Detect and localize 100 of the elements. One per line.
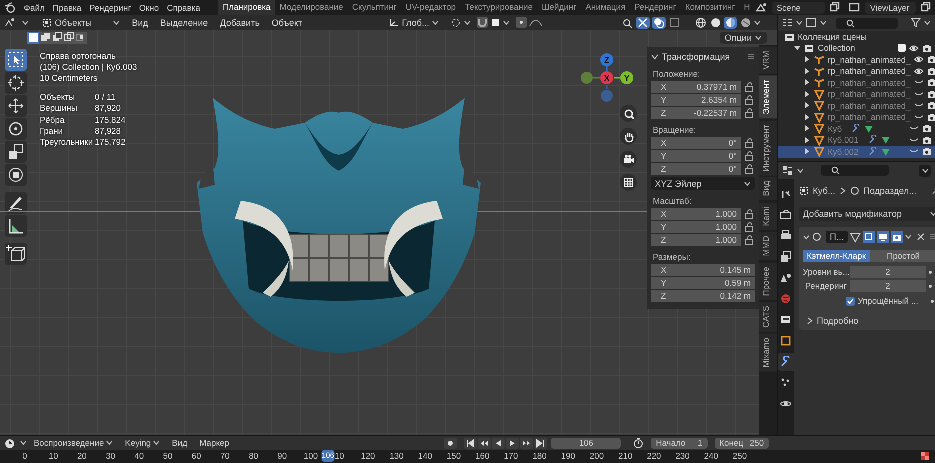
number-field[interactable]: 2 (850, 280, 926, 292)
number-field[interactable]: Y 2.6354 m (651, 94, 741, 106)
number-field[interactable]: X 0° (651, 137, 741, 149)
number-field[interactable]: X 0.145 m (651, 264, 755, 276)
subpanel-header[interactable]: Подробно (817, 316, 859, 326)
sidebar-tab[interactable]: Инструмент (759, 120, 777, 176)
frame-number: 140 (418, 451, 432, 461)
frame-number: 10 (334, 451, 344, 461)
start-frame-field[interactable]: Начало 1 (651, 438, 708, 448)
menu-item[interactable]: Добавить (215, 18, 265, 28)
menu-item[interactable]: Правка (48, 2, 86, 12)
modifier-name-field[interactable]: П... (826, 231, 848, 243)
workspace-tab[interactable]: Анимация (581, 0, 630, 15)
outliner-row[interactable]: rp_nathan_animated_ (778, 77, 935, 88)
frame-number: 10 (48, 451, 58, 461)
scene-field[interactable]: Scene (772, 2, 826, 14)
workspace-tab[interactable]: Текстурирование (460, 0, 538, 15)
number-field[interactable]: Z 0.142 m (651, 290, 755, 302)
number-field[interactable]: X 0.37971 m (651, 81, 741, 93)
menu-item[interactable]: Рендеринг (86, 2, 136, 12)
workspace-tab[interactable]: Рендеринг (630, 0, 681, 15)
frame-number: 150 (446, 451, 462, 461)
group-label: Вращение: (653, 125, 698, 135)
axis-handle[interactable]: X (600, 72, 614, 84)
sidebar-tab[interactable]: Mixamo (759, 334, 777, 372)
sidebar-tab[interactable]: Прочее (759, 262, 777, 300)
number-field[interactable]: X 1.000 (651, 208, 741, 220)
axis-handle[interactable]: Y (620, 72, 634, 84)
frame-number: 120 (361, 451, 376, 461)
group-label: Масштаб: (653, 196, 693, 206)
frame-number: 50 (163, 451, 173, 461)
frame-number: 60 (192, 451, 202, 461)
outliner-row[interactable]: rp_nathan_animated_ (778, 54, 935, 66)
workspace-tab[interactable]: Шейдинг (537, 0, 582, 15)
outliner-row[interactable]: Collection (778, 42, 935, 54)
workspace-tab[interactable]: Н (740, 0, 755, 15)
workspace-tab[interactable]: Планировка (218, 0, 276, 15)
field-label: Рендеринг (804, 281, 847, 291)
outliner-row[interactable]: rp_nathan_animated_ (778, 112, 935, 123)
outliner-row[interactable]: Куб.001 (778, 134, 935, 146)
stat-label: Объекты (40, 92, 76, 104)
number-field[interactable]: Y 0.59 m (651, 277, 755, 289)
options-dropdown[interactable]: Опции (720, 32, 767, 44)
menu-item[interactable]: Справка (163, 2, 204, 12)
sidebar-tab[interactable]: Kami (759, 202, 777, 230)
frame-number: 210 (618, 451, 633, 461)
number-field[interactable]: Z 0° (651, 163, 741, 175)
workspace-tab[interactable]: Композитинг (680, 0, 740, 15)
outliner-row[interactable]: rp_nathan_animated_ (778, 66, 935, 77)
number-field[interactable]: Z 1.000 (651, 234, 741, 246)
outliner-row[interactable]: Куб (778, 123, 935, 134)
outliner-item[interactable]: Коллекция сцены (798, 32, 867, 42)
stat-value: 175,792 (95, 137, 127, 148)
current-frame-field[interactable]: 106 (551, 438, 622, 448)
frame-number: 0 (22, 451, 28, 461)
outliner-row[interactable]: rp_nathan_animated_ (778, 88, 935, 100)
field-label: Уровни вь... (803, 267, 847, 277)
orientation-dropdown[interactable]: Глоб... (384, 16, 444, 28)
breadcrumb-item: Куб... (813, 186, 836, 196)
number-field[interactable]: Y 0° (651, 150, 741, 162)
sidebar-tab[interactable]: VRM (759, 47, 777, 74)
menu-item[interactable]: Файл (20, 2, 49, 12)
menu-item[interactable]: Keying (120, 438, 166, 448)
sidebar-tab[interactable]: CATS (759, 302, 777, 332)
sidebar-tab[interactable]: Элемент (759, 76, 777, 119)
menu-item[interactable]: Вид (167, 438, 193, 448)
rotation-mode-dropdown[interactable]: XYZ Эйлер (651, 177, 755, 190)
menu-item[interactable]: Объект (266, 18, 308, 28)
workspace-tab[interactable]: Моделирование (275, 0, 348, 15)
number-field[interactable]: Z -0.22537 m (651, 107, 741, 119)
menu-item[interactable]: Воспроизведение (29, 438, 118, 448)
workspace-tab[interactable]: UV-редактор (401, 0, 461, 15)
outliner-row[interactable]: rp_nathan_animated_ (778, 100, 935, 112)
subdivision-type-button[interactable]: Кэтмелл-Кларк (803, 250, 870, 262)
end-frame-field[interactable]: Конец 250 (714, 438, 770, 448)
subdivision-type-button[interactable]: Простой (870, 250, 935, 262)
breadcrumb-item: Подраздел... (864, 186, 917, 196)
frame-number: 170 (504, 451, 518, 461)
checkbox-label: Упрощённый ... (858, 296, 918, 306)
frame-number: 100 (304, 451, 318, 461)
number-field[interactable]: Y 1.000 (651, 221, 741, 233)
stat-value: 87,928 (95, 126, 122, 138)
number-field[interactable]: 2 (850, 266, 926, 278)
mode-dropdown[interactable]: Объекты (37, 16, 126, 28)
add-modifier-dropdown[interactable]: Добавить модификатор (799, 207, 935, 221)
workspace-tab[interactable]: Скульптинг (348, 0, 402, 15)
sidebar-tab[interactable]: MMD (759, 232, 777, 261)
menu-item[interactable]: Вид (127, 18, 154, 28)
frame-number: 80 (249, 451, 259, 461)
sidebar-tab[interactable]: Вид (759, 177, 777, 201)
menu-item[interactable]: Окно (135, 2, 164, 12)
axis-handle[interactable]: Z (600, 54, 614, 66)
frame-number: 40 (134, 451, 144, 461)
frame-number: 20 (77, 451, 87, 461)
frame-number: 220 (647, 451, 662, 461)
menu-item[interactable]: Маркер (194, 438, 234, 448)
viewport-info-text: (106) Collection | Куб.003 (40, 62, 138, 73)
frame-number: 130 (390, 451, 404, 461)
menu-item[interactable]: Выделение (155, 18, 214, 28)
view-layer-field[interactable]: ViewLayer (865, 2, 916, 14)
